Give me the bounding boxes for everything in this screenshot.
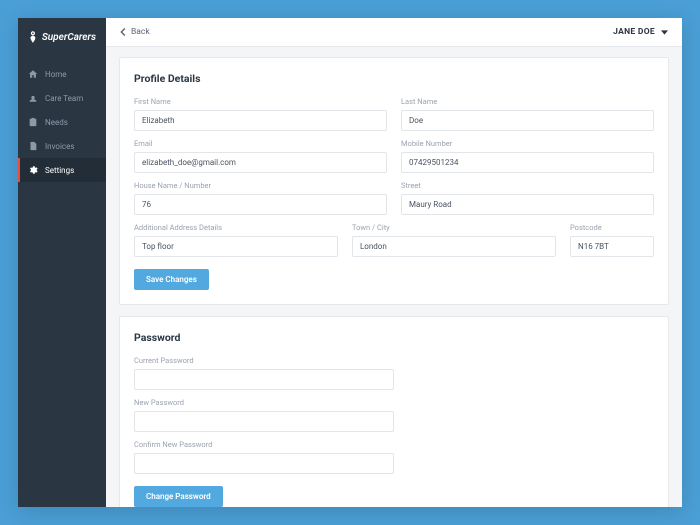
nav-label: Home (45, 70, 67, 79)
first-name-field: First Name (134, 97, 387, 131)
postcode-field: Postcode (570, 223, 654, 257)
last-name-label: Last Name (401, 97, 654, 106)
house-input[interactable] (134, 194, 387, 215)
nav-care-team[interactable]: Care Team (18, 86, 106, 110)
postcode-input[interactable] (570, 236, 654, 257)
save-button[interactable]: Save Changes (134, 269, 209, 290)
caret-down-icon (661, 30, 668, 35)
email-input[interactable] (134, 152, 387, 173)
users-icon (28, 93, 38, 103)
mobile-field: Mobile Number (401, 139, 654, 173)
addl-label: Additional Address Details (134, 223, 338, 232)
nav-label: Needs (45, 118, 68, 127)
town-input[interactable] (352, 236, 556, 257)
document-icon (28, 141, 38, 151)
town-label: Town / City (352, 223, 556, 232)
town-field: Town / City (352, 223, 556, 257)
street-label: Street (401, 181, 654, 190)
nav-home[interactable]: Home (18, 62, 106, 86)
user-name: JANE DOE (613, 27, 655, 37)
mobile-label: Mobile Number (401, 139, 654, 148)
new-pw-input[interactable] (134, 411, 394, 432)
nav-needs[interactable]: Needs (18, 110, 106, 134)
password-card: Password Current Password New Password C… (119, 316, 669, 507)
change-password-button[interactable]: Change Password (134, 486, 223, 507)
nav-label: Invoices (45, 142, 74, 151)
topbar: Back JANE DOE (106, 18, 682, 47)
last-name-field: Last Name (401, 97, 654, 131)
new-pw-label: New Password (134, 398, 394, 407)
nav-invoices[interactable]: Invoices (18, 134, 106, 158)
email-field: Email (134, 139, 387, 173)
password-title: Password (134, 331, 654, 344)
back-label: Back (131, 27, 150, 37)
user-menu[interactable]: JANE DOE (613, 27, 668, 37)
back-button[interactable]: Back (120, 27, 150, 37)
house-field: House Name / Number (134, 181, 387, 215)
confirm-pw-label: Confirm New Password (134, 440, 394, 449)
home-icon (28, 69, 38, 79)
nav-settings[interactable]: Settings (18, 158, 106, 182)
mobile-input[interactable] (401, 152, 654, 173)
sidebar: SuperCarers Home Care Team Needs Invoice… (18, 18, 106, 507)
nav-label: Care Team (45, 94, 83, 103)
brand-text: SuperCarers (42, 32, 96, 43)
current-pw-field: Current Password (134, 356, 394, 390)
logo: SuperCarers (18, 18, 106, 56)
chevron-left-icon (120, 28, 126, 36)
confirm-pw-field: Confirm New Password (134, 440, 394, 474)
first-name-input[interactable] (134, 110, 387, 131)
logo-icon (28, 30, 38, 44)
last-name-input[interactable] (401, 110, 654, 131)
main: Back JANE DOE Profile Details First Name… (106, 18, 682, 507)
profile-title: Profile Details (134, 72, 654, 85)
nav: Home Care Team Needs Invoices Settings (18, 62, 106, 182)
addl-input[interactable] (134, 236, 338, 257)
postcode-label: Postcode (570, 223, 654, 232)
app-window: SuperCarers Home Care Team Needs Invoice… (18, 18, 682, 507)
current-pw-label: Current Password (134, 356, 394, 365)
street-field: Street (401, 181, 654, 215)
profile-card: Profile Details First Name Last Name Ema… (119, 57, 669, 305)
gear-icon (28, 165, 38, 175)
nav-label: Settings (45, 166, 74, 175)
addl-field: Additional Address Details (134, 223, 338, 257)
house-label: House Name / Number (134, 181, 387, 190)
email-label: Email (134, 139, 387, 148)
current-pw-input[interactable] (134, 369, 394, 390)
first-name-label: First Name (134, 97, 387, 106)
confirm-pw-input[interactable] (134, 453, 394, 474)
new-pw-field: New Password (134, 398, 394, 432)
street-input[interactable] (401, 194, 654, 215)
content: Profile Details First Name Last Name Ema… (106, 47, 682, 507)
clipboard-icon (28, 117, 38, 127)
